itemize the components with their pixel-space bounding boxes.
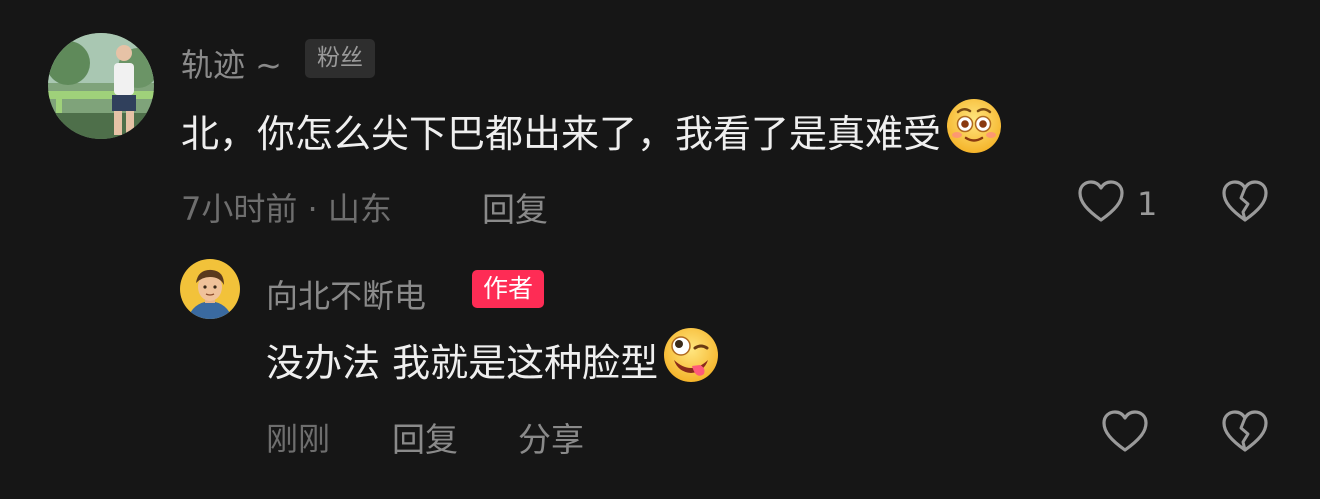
like-button[interactable]: 1 — [1077, 180, 1157, 228]
avatar[interactable] — [48, 33, 154, 139]
dislike-button[interactable] — [1221, 410, 1269, 458]
fan-badge: 粉丝 — [305, 39, 375, 78]
heart-outline-icon — [1101, 410, 1149, 458]
dislike-button[interactable] — [1221, 180, 1269, 228]
broken-heart-icon — [1221, 180, 1269, 228]
comment-username[interactable]: 轨迹 ~ — [181, 40, 282, 86]
like-count: 1 — [1137, 185, 1158, 223]
reply-text-content: 没办法 我就是这种脸型 — [266, 340, 659, 385]
flushed-face-icon — [945, 97, 1003, 164]
comment-text-content: 北，你怎么尖下巴都出来了，我看了是真难受 — [181, 111, 942, 156]
reply-text: 没办法 我就是这种脸型 — [266, 327, 720, 387]
reply-time: 刚刚 — [266, 420, 331, 458]
avatar[interactable] — [180, 259, 240, 319]
comment-time-location: 7小时前 · 山东 — [181, 190, 392, 228]
zany-face-icon — [662, 326, 720, 393]
like-button[interactable] — [1101, 410, 1149, 458]
broken-heart-icon — [1221, 410, 1269, 458]
reply-button[interactable]: 回复 — [392, 413, 458, 461]
comment-text: 北，你怎么尖下巴都出来了，我看了是真难受 — [181, 98, 1003, 158]
share-button[interactable]: 分享 — [518, 413, 584, 461]
reply-button[interactable]: 回复 — [482, 183, 548, 231]
heart-outline-icon — [1077, 180, 1125, 228]
author-badge: 作者 — [472, 270, 545, 308]
reply-username[interactable]: 向北不断电 — [266, 271, 426, 317]
